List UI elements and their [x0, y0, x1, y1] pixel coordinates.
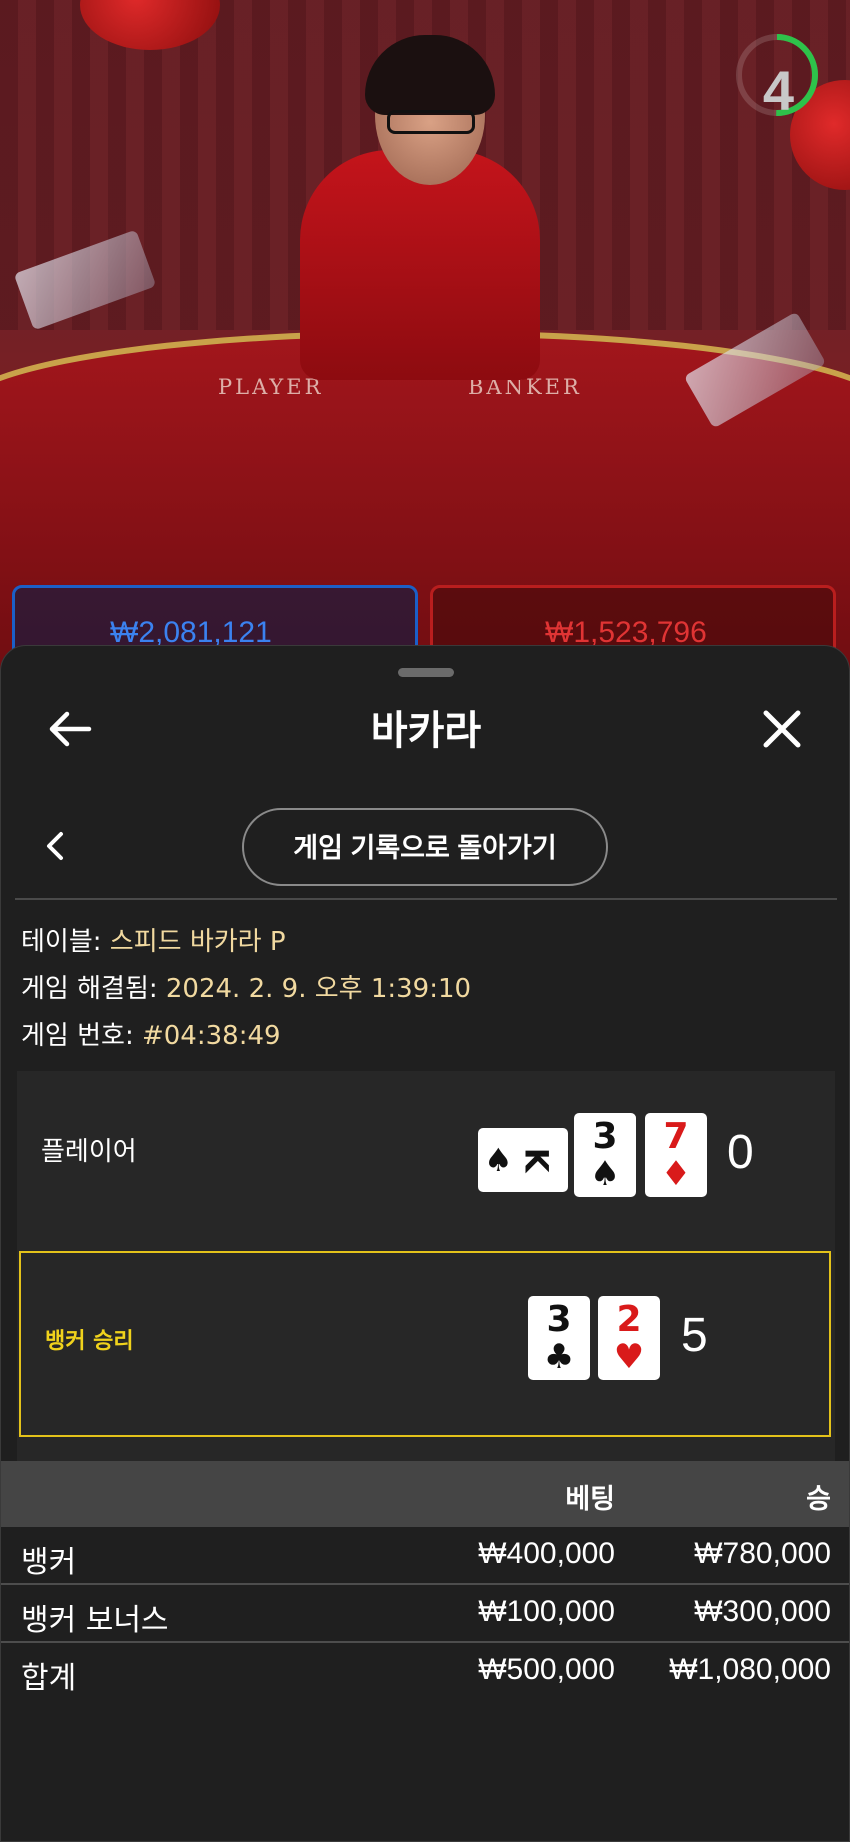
card-rank: 3	[592, 1116, 618, 1157]
banker-win-label: 뱅커 승리	[45, 1329, 134, 1354]
table-info: 테이블: 스피드 바카라 P	[21, 921, 286, 958]
card-rank: K	[517, 1147, 556, 1173]
game-history-sheet: 바카라 게임 기록으로 돌아가기 테이블: 스피드 바카라 P 게임 해결됨: …	[0, 645, 850, 1842]
card-rank: 7	[663, 1116, 689, 1157]
close-icon[interactable]	[757, 704, 807, 754]
card-rank: 2	[616, 1299, 642, 1340]
round-result: 플레이어 ♠ K 3 ♠ 7 ♦ 0 뱅커 승리 3 ♣ 2 ♥ 5	[17, 1071, 835, 1461]
game-number-label: 게임 번호:	[21, 1021, 142, 1051]
game-number-value: #04:38:49	[141, 1021, 281, 1051]
back-to-history-button[interactable]: 게임 기록으로 돌아가기	[242, 808, 608, 886]
total-row: 합계 ₩500,000 ₩1,080,000	[1, 1643, 849, 1699]
sheet-title: 바카라	[370, 708, 482, 754]
divider	[15, 898, 837, 900]
playing-card: 3 ♣	[528, 1296, 590, 1380]
table-row: 뱅커 ₩400,000 ₩780,000	[1, 1527, 849, 1583]
player-hand-row: 플레이어 ♠ K 3 ♠ 7 ♦ 0	[17, 1071, 835, 1237]
total-bet-amount: ₩500,000	[478, 1653, 615, 1686]
total-win-amount: ₩1,080,000	[669, 1653, 831, 1686]
player-score: 0	[727, 1126, 754, 1179]
playing-card: 2 ♥	[598, 1296, 660, 1380]
card-suit: ♣	[543, 1337, 575, 1377]
card-rank: 3	[546, 1299, 572, 1340]
banker-hand-row: 뱅커 승리 3 ♣ 2 ♥ 5	[19, 1251, 831, 1437]
drag-handle[interactable]	[398, 668, 454, 677]
bet-amount: ₩100,000	[478, 1595, 615, 1628]
resolved-label: 게임 해결됨:	[21, 974, 166, 1004]
dealer	[300, 150, 540, 380]
bet-name: 뱅커	[21, 1545, 77, 1580]
bet-column-header: 베팅	[565, 1484, 615, 1515]
table-row: 뱅커 보너스 ₩100,000 ₩300,000	[1, 1585, 849, 1641]
bet-amount: ₩400,000	[478, 1537, 615, 1570]
playing-card: 3 ♠	[574, 1113, 636, 1197]
card-suit: ♠	[589, 1154, 621, 1194]
playing-card: 7 ♦	[645, 1113, 707, 1197]
playing-card: ♠ K	[478, 1128, 568, 1192]
resolved-value: 2024. 2. 9. 오후 1:39:10	[165, 974, 472, 1004]
chevron-left-icon[interactable]	[39, 826, 75, 866]
live-video-feed: PLAYER BANKER 4 ₩2,081,121 ₩1,523,796	[0, 0, 850, 700]
card-suit: ♠	[484, 1141, 513, 1179]
card-suit: ♥	[613, 1337, 645, 1377]
bets-table-header: 베팅 승	[1, 1461, 849, 1527]
sheet-header: 바카라	[1, 686, 849, 766]
player-label: 플레이어	[41, 1137, 137, 1167]
table-value: 스피드 바카라 P	[109, 927, 286, 957]
banker-score: 5	[681, 1309, 708, 1362]
table-label: 테이블:	[21, 927, 110, 957]
felt-player-text: PLAYER	[218, 375, 324, 399]
resolved-info: 게임 해결됨: 2024. 2. 9. 오후 1:39:10	[21, 968, 471, 1005]
game-number-info: 게임 번호: #04:38:49	[21, 1015, 281, 1052]
total-label: 합계	[21, 1661, 77, 1696]
card-suit: ♦	[660, 1154, 692, 1194]
dealer-glasses	[387, 110, 475, 134]
win-amount: ₩300,000	[694, 1595, 831, 1628]
history-nav: 게임 기록으로 돌아가기	[1, 804, 849, 890]
win-column-header: 승	[806, 1484, 831, 1515]
win-amount: ₩780,000	[694, 1537, 831, 1570]
bet-name: 뱅커 보너스	[21, 1603, 169, 1638]
countdown-timer: 4	[762, 59, 794, 122]
